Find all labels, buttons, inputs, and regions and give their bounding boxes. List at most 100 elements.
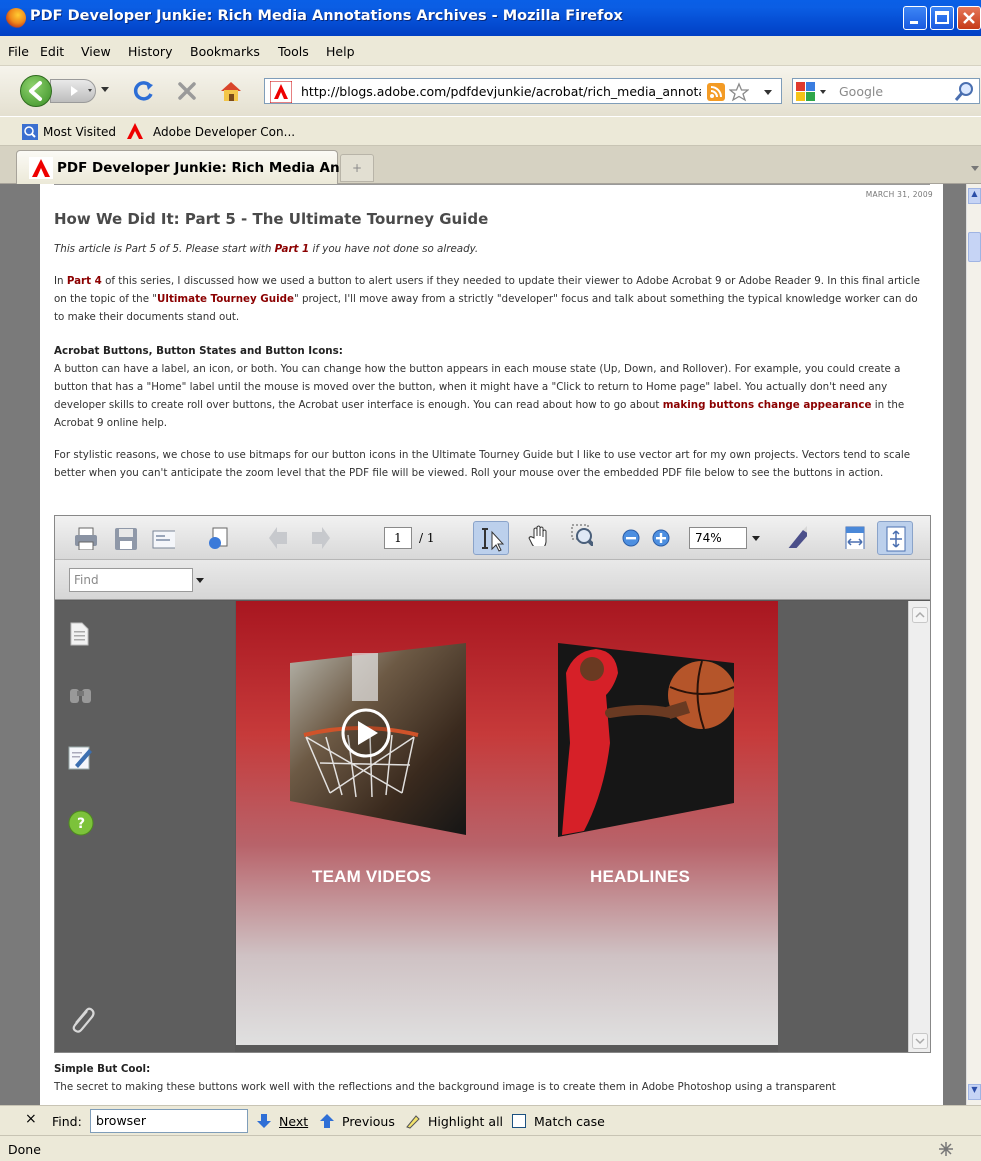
- headlines-button[interactable]: [558, 643, 734, 837]
- find-next-button[interactable]: Next: [279, 1114, 308, 1129]
- post-title[interactable]: How We Did It: Part 5 - The Ultimate Tou…: [54, 210, 488, 228]
- menu-tools[interactable]: Tools: [278, 44, 309, 59]
- embedded-pdf-viewer[interactable]: 1 / 1 74% Find ? TEAM VIDEOS HEADLINES: [54, 515, 931, 1053]
- reload-icon[interactable]: [132, 79, 156, 103]
- p1-text-a: In: [54, 275, 67, 287]
- tab-pdf-developer-junkie[interactable]: PDF Developer Junkie: Rich Media An...: [16, 150, 355, 184]
- page-vertical-scrollbar[interactable]: ▲ ▼: [966, 184, 981, 1105]
- zoom-in-icon[interactable]: [651, 528, 675, 552]
- menu-bookmarks[interactable]: Bookmarks: [190, 44, 260, 59]
- bookmarks-toolbar: Most Visited Adobe Developer Con...: [0, 116, 981, 146]
- zoom-level-input[interactable]: 74%: [689, 527, 747, 549]
- pdf-find-dropdown-icon[interactable]: [195, 576, 205, 584]
- url-bar[interactable]: http://blogs.adobe.com/pdfdevjunkie/acro…: [264, 78, 782, 104]
- headlines-label[interactable]: HEADLINES: [590, 867, 690, 887]
- fit-width-icon[interactable]: [843, 525, 867, 549]
- url-dropdown-icon[interactable]: [763, 88, 773, 96]
- pdf-navigation-pane: ?: [55, 601, 235, 1052]
- match-case-label[interactable]: Match case: [534, 1114, 605, 1129]
- browser-content: MARCH 31, 2009 How We Did It: Part 5 - T…: [0, 184, 966, 1105]
- menu-history[interactable]: History: [128, 44, 172, 59]
- team-videos-button[interactable]: [290, 643, 466, 835]
- pdf-toolbar: 1 / 1 74%: [55, 516, 930, 560]
- comments-panel-icon[interactable]: [67, 743, 93, 771]
- page-scroll-up-button[interactable]: ▲: [968, 188, 981, 204]
- part-1-link[interactable]: Part 1: [275, 243, 310, 255]
- next-page-icon[interactable]: [308, 526, 332, 550]
- previous-page-icon[interactable]: [267, 526, 291, 550]
- stop-icon[interactable]: [176, 80, 198, 102]
- tab-list-icon[interactable]: [970, 164, 980, 172]
- minimize-button[interactable]: [903, 6, 927, 30]
- menu-edit[interactable]: Edit: [40, 44, 64, 59]
- svg-text:?: ?: [77, 816, 85, 832]
- highlight-marker-icon[interactable]: [404, 1112, 422, 1130]
- menu-bar: File Edit View History Bookmarks Tools H…: [0, 36, 981, 66]
- pdf-vertical-scrollbar[interactable]: [908, 601, 930, 1052]
- select-text-icon: [482, 528, 505, 552]
- adobe-site-icon: [270, 81, 292, 103]
- marquee-zoom-icon[interactable]: [569, 522, 593, 546]
- window-title: PDF Developer Junkie: Rich Media Annotat…: [30, 8, 623, 24]
- maximize-button[interactable]: [930, 6, 954, 30]
- intro-paragraph: This article is Part 5 of 5. Please star…: [54, 240, 930, 258]
- fit-page-button[interactable]: [877, 521, 913, 555]
- zoom-out-icon[interactable]: [621, 528, 645, 552]
- search-box[interactable]: Google: [792, 78, 980, 104]
- find-next-arrow-icon[interactable]: [256, 1113, 272, 1129]
- url-text[interactable]: http://blogs.adobe.com/pdfdevjunkie/acro…: [301, 84, 701, 99]
- find-previous-arrow-icon[interactable]: [319, 1113, 335, 1129]
- post-date: MARCH 31, 2009: [865, 190, 933, 199]
- window-title-bar: PDF Developer Junkie: Rich Media Annotat…: [0, 0, 981, 36]
- home-icon[interactable]: [218, 78, 244, 104]
- bookmark-star-icon[interactable]: [729, 82, 749, 102]
- pdf-scroll-down-icon[interactable]: [912, 1033, 928, 1049]
- adobe-bookmark-icon: [127, 123, 143, 139]
- hand-tool-icon[interactable]: [525, 522, 549, 546]
- select-tool-button[interactable]: [473, 521, 509, 555]
- help-icon[interactable]: ?: [68, 810, 94, 836]
- status-text: Done: [8, 1142, 41, 1157]
- forward-button[interactable]: [50, 79, 96, 103]
- pdf-find-input[interactable]: Find: [69, 568, 193, 592]
- match-case-checkbox[interactable]: [512, 1114, 526, 1128]
- bookmark-adobe-developer[interactable]: Adobe Developer Con...: [153, 125, 295, 139]
- pages-panel-icon[interactable]: [67, 621, 91, 647]
- menu-file[interactable]: File: [8, 44, 29, 59]
- page-scroll-down-button[interactable]: ▼: [968, 1084, 981, 1100]
- email-icon[interactable]: [151, 526, 175, 550]
- history-dropdown-icon[interactable]: [100, 84, 110, 94]
- save-icon[interactable]: [113, 526, 137, 550]
- pdf-scroll-up-icon[interactable]: [912, 607, 928, 623]
- most-visited-icon: [22, 124, 38, 140]
- making-buttons-change-appearance-link[interactable]: making buttons change appearance: [663, 399, 872, 411]
- rss-feed-icon[interactable]: [707, 83, 725, 101]
- page-scroll-thumb[interactable]: [968, 232, 981, 262]
- search-icon[interactable]: [953, 81, 975, 103]
- find-close-button[interactable]: ×: [25, 1111, 37, 1127]
- zoom-dropdown-icon[interactable]: [751, 534, 761, 542]
- activity-indicator-icon: [939, 1142, 953, 1156]
- google-engine-icon[interactable]: [796, 82, 830, 102]
- part-4-link[interactable]: Part 4: [67, 275, 102, 287]
- menu-help[interactable]: Help: [326, 44, 355, 59]
- comment-tools-icon[interactable]: [783, 524, 807, 548]
- close-button[interactable]: [957, 6, 981, 30]
- search-binoculars-icon[interactable]: [67, 683, 95, 707]
- pdf-right-margin: [778, 601, 908, 1052]
- paragraph-3: For stylistic reasons, we chose to use b…: [54, 449, 911, 479]
- status-bar: Done: [0, 1135, 981, 1161]
- page-number-input[interactable]: 1: [384, 527, 412, 549]
- menu-view[interactable]: View: [81, 44, 111, 59]
- bookmark-most-visited[interactable]: Most Visited: [43, 125, 116, 139]
- highlight-all-button[interactable]: Highlight all: [428, 1114, 503, 1129]
- find-previous-button[interactable]: Previous: [342, 1114, 395, 1129]
- print-icon[interactable]: [73, 526, 97, 550]
- acrobat-tools-icon[interactable]: [205, 526, 229, 550]
- attachments-paperclip-icon[interactable]: [67, 1003, 95, 1035]
- new-tab-button[interactable]: +: [340, 154, 374, 182]
- ultimate-tourney-guide-link[interactable]: Ultimate Tourney Guide: [157, 293, 294, 305]
- team-videos-label[interactable]: TEAM VIDEOS: [312, 867, 431, 887]
- find-input[interactable]: browser: [90, 1109, 248, 1133]
- back-button[interactable]: [20, 75, 52, 107]
